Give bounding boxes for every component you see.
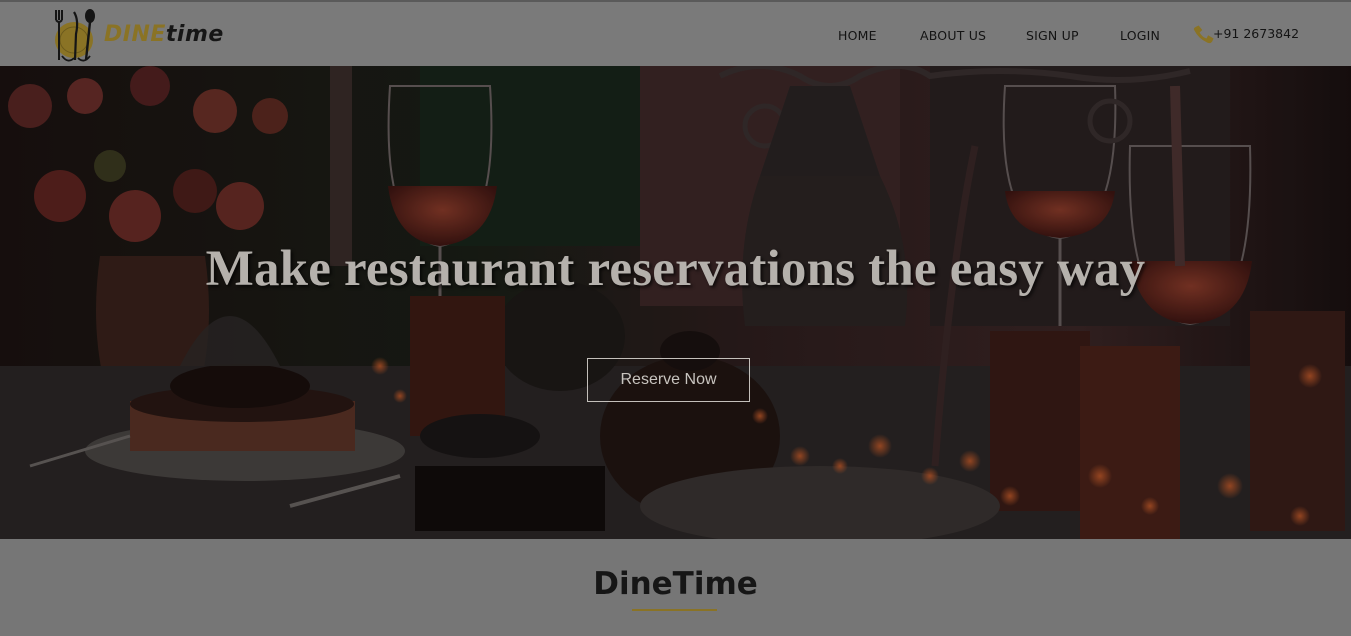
about-section: DineTime	[0, 539, 1351, 636]
nav-signup-link[interactable]: SIGN UP	[1026, 28, 1079, 43]
site-header: DINEtime HOME ABOUT US SIGN UP LOGIN +91…	[0, 2, 1351, 66]
logo-wordmark: DINEtime	[104, 22, 224, 47]
logo[interactable]: DINEtime	[48, 6, 248, 66]
title-underline	[632, 609, 717, 611]
nav-about-link[interactable]: ABOUT US	[920, 28, 986, 43]
section-title: DineTime	[593, 566, 758, 602]
logo-part-time: time	[165, 22, 224, 47]
nav-login-link[interactable]: LOGIN	[1120, 28, 1160, 43]
reserve-now-button[interactable]: Reserve Now	[587, 358, 750, 402]
hero-title: Make restaurant reservations the easy wa…	[205, 241, 1146, 297]
hero-background-image	[0, 66, 1351, 539]
cutlery-logo-icon	[55, 9, 95, 62]
phone-number: +91 2673842	[1213, 26, 1300, 41]
hero-banner: Make restaurant reservations the easy wa…	[0, 66, 1351, 539]
logo-part-dine: DINE	[104, 22, 166, 47]
phone-icon	[1193, 25, 1214, 44]
nav-home-link[interactable]: HOME	[838, 28, 877, 43]
